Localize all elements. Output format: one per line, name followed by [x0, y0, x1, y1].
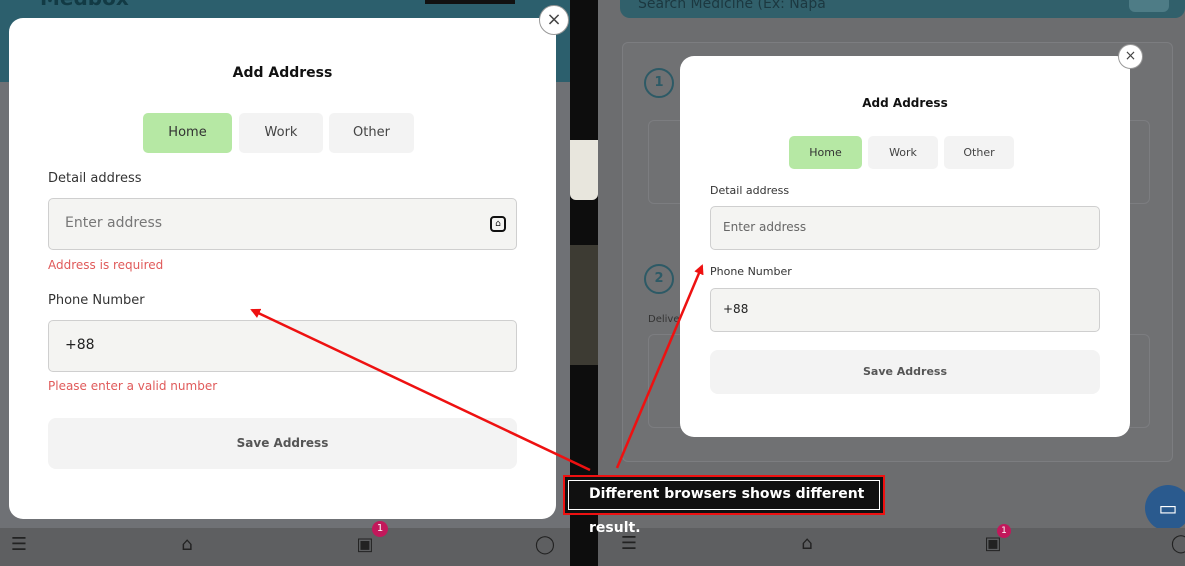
tab-work[interactable]: Work [868, 136, 938, 169]
search-input[interactable]: Search Medicine (Ex: Napa [620, 0, 1185, 18]
add-address-modal-right: Add Address Home Work Other Detail addre… [680, 56, 1130, 437]
tab-work[interactable]: Work [239, 113, 323, 153]
detail-address-label: Detail address [48, 171, 142, 186]
home-icon[interactable]: ⌂ [792, 529, 822, 559]
menu-icon[interactable]: ☰ [4, 530, 34, 560]
tab-home[interactable]: Home [789, 136, 862, 169]
background-image-light [570, 140, 598, 200]
phone-number-label: Phone Number [710, 265, 792, 278]
address-placeholder: Enter address [65, 215, 163, 231]
home-icon[interactable]: ⌂ [172, 530, 202, 560]
detail-address-label: Detail address [710, 184, 790, 197]
phone-input[interactable]: +88 [48, 320, 517, 372]
address-input[interactable]: Enter address [710, 206, 1100, 250]
step-2-badge: 2 [644, 264, 674, 294]
user-icon[interactable]: ◯ [530, 530, 560, 560]
step-1-badge: 1 [644, 68, 674, 98]
header-button[interactable] [425, 0, 515, 4]
address-placeholder: Enter address [723, 220, 807, 234]
phone-input[interactable]: +88 [710, 288, 1100, 332]
phone-value: +88 [65, 337, 95, 353]
left-bottom-nav: ☰ ⌂ ▣ 1 ◯ [0, 521, 570, 566]
save-address-button[interactable]: Save Address [48, 418, 517, 469]
modal-title: Add Address [232, 65, 333, 81]
close-icon[interactable]: × [1118, 44, 1143, 69]
chat-icon[interactable]: ▭ [1145, 485, 1185, 531]
cart-badge: 1 [997, 524, 1011, 538]
close-icon[interactable]: × [539, 5, 569, 35]
app-logo: Medbox [40, 0, 129, 10]
annotation-callout: Different browsers shows different resul… [563, 475, 885, 536]
add-address-modal-left: Add Address Home Work Other Detail addre… [9, 18, 556, 519]
background-image-dark [570, 245, 598, 365]
tab-other[interactable]: Other [944, 136, 1014, 169]
autofill-icon[interactable]: ⌂ [490, 216, 506, 232]
modal-title: Add Address [862, 96, 948, 110]
tab-other[interactable]: Other [329, 113, 414, 153]
cart-badge: 1 [372, 521, 388, 537]
address-input[interactable]: Enter address ⌂ [48, 198, 517, 250]
phone-error: Please enter a valid number [48, 379, 218, 393]
phone-value: +88 [723, 302, 749, 316]
save-address-button[interactable]: Save Address [710, 350, 1100, 394]
search-placeholder: Search Medicine (Ex: Napa [638, 0, 826, 12]
user-icon[interactable]: ◯ [1166, 529, 1185, 559]
tab-home[interactable]: Home [143, 113, 232, 153]
right-bottom-nav: ☰ ⌂ ▣ 1 ◯ [598, 524, 1185, 566]
search-icon[interactable] [1129, 0, 1169, 12]
phone-number-label: Phone Number [48, 293, 145, 308]
delivery-label: Delive [648, 314, 680, 325]
address-error: Address is required [48, 258, 164, 272]
